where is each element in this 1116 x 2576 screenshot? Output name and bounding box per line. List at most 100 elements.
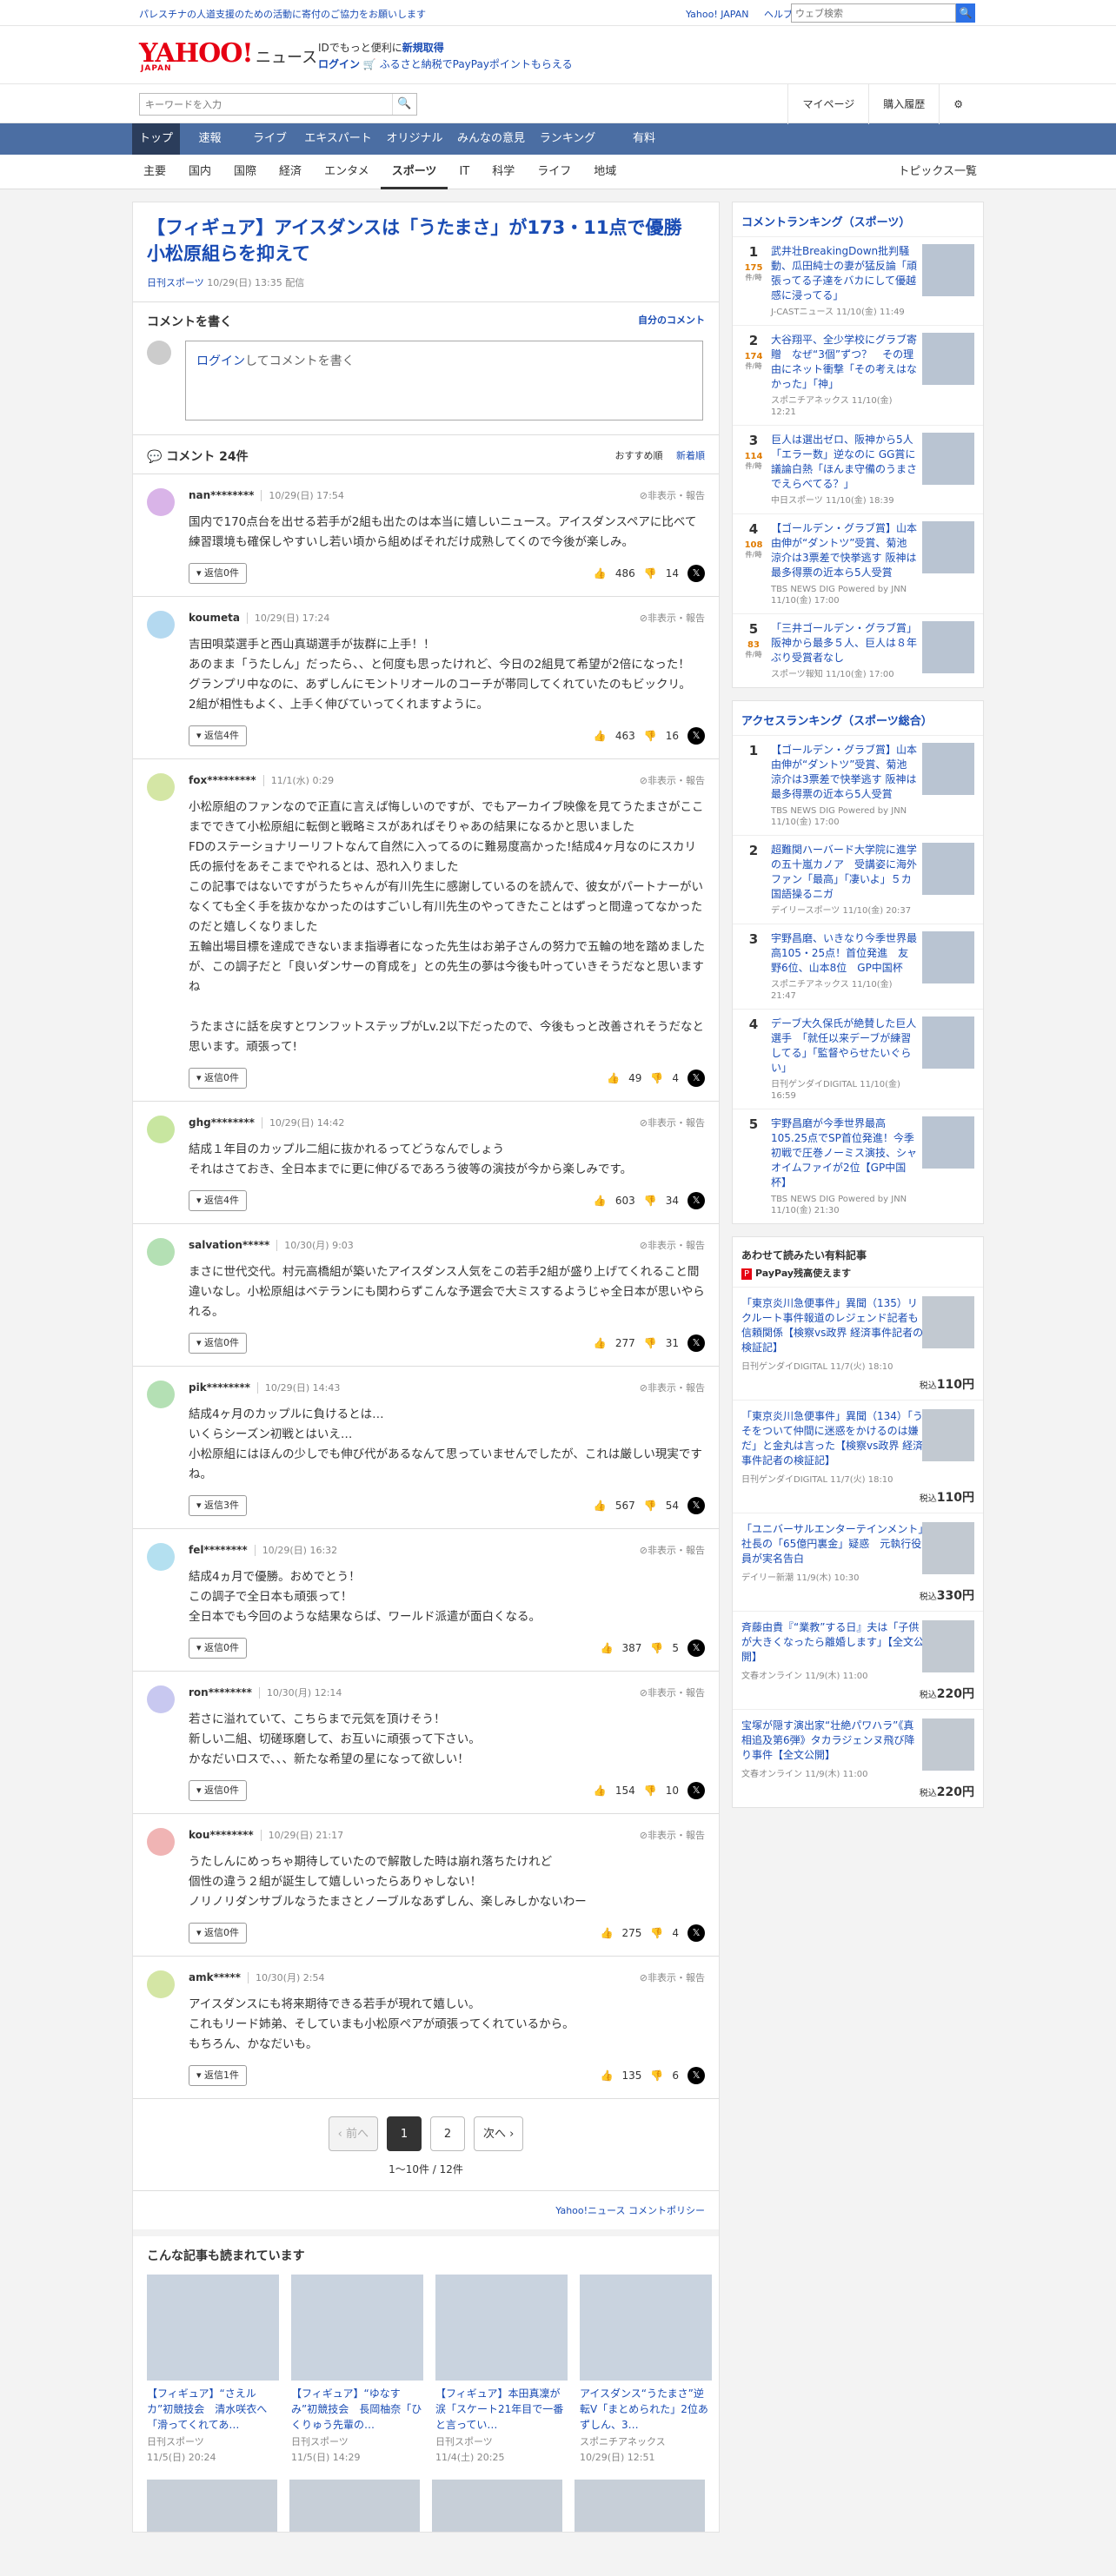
donation-notice-link[interactable]: パレスチナの人道支援のための活動に寄付のご協力をお願いします xyxy=(139,7,426,21)
x-share-icon[interactable]: 𝕏 xyxy=(688,1192,705,1209)
paid-title[interactable]: 「ユニバーサルエンターテインメント」社長の「65億円裏金」疑惑 元執行役員が実名… xyxy=(741,1522,924,1566)
replies-button[interactable]: ▾ 返信3件 xyxy=(189,1495,248,1516)
category-science[interactable]: 科学 xyxy=(481,155,526,189)
thumbs-up-icon[interactable]: 👍 xyxy=(607,1072,620,1084)
replies-button[interactable]: ▾ 返信0件 xyxy=(189,563,248,584)
paid-article[interactable]: 「東京炎川急便事件」異聞（134）「うそをついて仲間に迷惑をかけるのは嫌だ」と金… xyxy=(733,1400,983,1513)
report-link[interactable]: ⊘非表示・報告 xyxy=(640,488,705,502)
related-title[interactable]: 【フィギュア】本田真凜が涙「スケート21年目で一番と言ってい… xyxy=(435,2386,568,2433)
paid-article[interactable]: 「東京炎川急便事件」異聞（135）リクルート事件報道のレジェンド記者も信頼関係【… xyxy=(733,1287,983,1400)
thumbnail[interactable] xyxy=(922,1296,974,1348)
thumbnail[interactable] xyxy=(922,931,974,983)
login-link[interactable]: ログイン xyxy=(318,58,360,70)
related-card[interactable]: アイスダンス“うたまさ”逆転V「まとめられた」2位あずしん、3… スポニチアネック… xyxy=(580,2275,712,2464)
thumbs-up-icon[interactable]: 👍 xyxy=(594,1785,607,1797)
thumbnail[interactable] xyxy=(922,521,974,573)
thumbnail[interactable] xyxy=(575,2480,705,2532)
report-link[interactable]: ⊘非表示・報告 xyxy=(640,1381,705,1394)
comment-author[interactable]: fel******** xyxy=(189,1544,248,1556)
report-link[interactable]: ⊘非表示・報告 xyxy=(640,773,705,787)
sort-recommended[interactable]: おすすめ順 xyxy=(615,450,663,461)
x-share-icon[interactable]: 𝕏 xyxy=(688,727,705,745)
category-world[interactable]: 国際 xyxy=(223,155,268,189)
prev-page-button[interactable]: ‹ 前へ xyxy=(328,2116,378,2151)
ranking-title[interactable]: 宇野昌磨が今季世界最高105.25点でSP首位発進！今季初戦で圧巻ノーミス演技、… xyxy=(771,1116,917,1190)
thumbs-up-icon[interactable]: 👍 xyxy=(594,1337,607,1349)
category-it[interactable]: IT xyxy=(448,155,481,189)
thumbs-down-icon[interactable]: 👎 xyxy=(650,2069,663,2082)
replies-button[interactable]: ▾ 返信1件 xyxy=(189,2065,248,2086)
comment-author[interactable]: pik******** xyxy=(189,1381,250,1394)
replies-button[interactable]: ▾ 返信4件 xyxy=(189,725,248,746)
nav-paid[interactable]: 有料 xyxy=(606,123,682,155)
ranking-title[interactable]: 【ゴールデン・グラブ賞】山本由伸が“ダントツ”受賞、菊池涼介は3票差で快挙逃す … xyxy=(771,521,917,580)
login-link[interactable]: ログイン xyxy=(196,354,245,368)
paid-title[interactable]: 斉藤由貴『“業教”する日』夫は「子供が大きくなったら離婚します」【全文公開】 xyxy=(741,1620,924,1665)
keyword-search-input[interactable] xyxy=(140,94,392,115)
article-title[interactable]: 【フィギュア】アイスダンスは「うたまさ」が173・11点で優勝 小松原組らを抑え… xyxy=(147,215,705,267)
report-link[interactable]: ⊘非表示・報告 xyxy=(640,1238,705,1252)
thumbnail[interactable] xyxy=(922,1409,974,1461)
replies-button[interactable]: ▾ 返信0件 xyxy=(189,1068,248,1089)
thumbnail[interactable] xyxy=(432,2480,562,2532)
nav-opinion[interactable]: みんなの意見 xyxy=(453,123,529,155)
thumbnail[interactable] xyxy=(922,333,974,385)
ranking-title[interactable]: 超難関ハーバード大学院に進学の五十嵐カノア 受講姿に海外ファン「最高」「凄いよ」… xyxy=(771,843,917,902)
thumbs-up-icon[interactable]: 👍 xyxy=(601,1927,614,1939)
thumbs-down-icon[interactable]: 👎 xyxy=(650,1642,663,1654)
x-share-icon[interactable]: 𝕏 xyxy=(688,1334,705,1352)
thumbnail[interactable] xyxy=(922,1016,974,1069)
thumbs-up-icon[interactable]: 👍 xyxy=(594,730,607,742)
nav-ranking[interactable]: ランキング xyxy=(529,123,606,155)
paid-article[interactable]: 斉藤由貴『“業教”する日』夫は「子供が大きくなったら離婚します」【全文公開】 文春… xyxy=(733,1611,983,1709)
thumbs-down-icon[interactable]: 👎 xyxy=(644,1195,657,1207)
paid-title[interactable]: 「東京炎川急便事件」異聞（135）リクルート事件報道のレジェンド記者も信頼関係【… xyxy=(741,1296,924,1355)
thumbnail[interactable] xyxy=(580,2275,712,2381)
nav-flash[interactable]: 速報 xyxy=(180,123,240,155)
related-card[interactable]: 【フィギュア】“さえルカ”初競技会 清水咲衣へ「滑ってくれてあ… 日刊スポーツ 11… xyxy=(147,2275,279,2464)
comment-author[interactable]: nan******** xyxy=(189,489,254,501)
replies-button[interactable]: ▾ 返信0件 xyxy=(189,1923,248,1944)
report-link[interactable]: ⊘非表示・報告 xyxy=(640,611,705,625)
thumbs-up-icon[interactable]: 👍 xyxy=(594,1195,607,1207)
yahoo-logo[interactable]: YAHOO! JAPAN xyxy=(139,38,254,73)
thumbnail[interactable] xyxy=(289,2480,420,2532)
thumbnail[interactable] xyxy=(922,843,974,895)
thumbs-up-icon[interactable]: 👍 xyxy=(601,2069,614,2082)
my-comments-link[interactable]: 自分のコメント xyxy=(638,313,705,327)
comment-author[interactable]: koumeta xyxy=(189,612,240,624)
related-title[interactable]: 【フィギュア】“さえルカ”初競技会 清水咲衣へ「滑ってくれてあ… xyxy=(147,2386,279,2433)
service-name[interactable]: ニュース xyxy=(256,45,317,68)
ranking-title[interactable]: 宇野昌磨、いきなり今季世界最高105・25点！首位発進 友野6位、山本8位 GP… xyxy=(771,931,917,976)
thumbnail[interactable] xyxy=(147,2480,277,2532)
category-domestic[interactable]: 国内 xyxy=(177,155,223,189)
x-share-icon[interactable]: 𝕏 xyxy=(688,2067,705,2084)
nav-live[interactable]: ライブ xyxy=(240,123,300,155)
replies-button[interactable]: ▾ 返信0件 xyxy=(189,1333,248,1354)
ranking-title[interactable]: 「三井ゴールデン・グラブ賞」阪神から最多５人、巨人は８年ぶり受賞者なし xyxy=(771,621,917,666)
ranking-title[interactable]: デーブ大久保氏が絶賛した巨人選手 「就任以来デーブが練習してる」「監督やらせたい… xyxy=(771,1016,917,1076)
category-entertainment[interactable]: エンタメ xyxy=(313,155,381,189)
yahoo-japan-link[interactable]: Yahoo! JAPAN xyxy=(686,9,749,20)
thumbnail[interactable] xyxy=(922,1116,974,1169)
web-search-input[interactable] xyxy=(791,3,956,23)
ranking-title[interactable]: 大谷翔平、全少学校にグラブ寄贈 なぜ“3個”ずつ？ その理由にネット衝撃「その考… xyxy=(771,333,917,392)
related-card[interactable]: 【フィギュア】“ゆなすみ”初競技会 長岡柚奈「ひくりゅう先輩の… 日刊スポーツ 11… xyxy=(291,2275,423,2464)
article-source[interactable]: 日刊スポーツ xyxy=(147,277,204,288)
ranking-item[interactable]: 5 宇野昌磨が今季世界最高105.25点でSP首位発進！今季初戦で圧巻ノーミス演技… xyxy=(733,1109,983,1223)
nav-expert[interactable]: エキスパート xyxy=(300,123,376,155)
report-link[interactable]: ⊘非表示・報告 xyxy=(640,1970,705,1984)
report-link[interactable]: ⊘非表示・報告 xyxy=(640,1543,705,1557)
paid-article[interactable]: 宝塚が隠す演出家“壮絶パワハラ”《真相追及第6弾》タカラジェンヌ飛び降り事件【全… xyxy=(733,1709,983,1807)
replies-button[interactable]: ▾ 返信0件 xyxy=(189,1638,248,1659)
thumbnail[interactable] xyxy=(147,2275,279,2381)
ranking-title[interactable]: 巨人は選出ゼロ、阪神から5人「エラー数」逆なのに GG賞に議論白熱「ほんま守備の… xyxy=(771,433,917,492)
page-2-button[interactable]: 2 xyxy=(430,2116,465,2151)
nav-original[interactable]: オリジナル xyxy=(376,123,453,155)
category-life[interactable]: ライフ xyxy=(526,155,582,189)
x-share-icon[interactable]: 𝕏 xyxy=(688,1639,705,1657)
nav-top[interactable]: トップ xyxy=(132,123,180,155)
search-icon[interactable]: 🔍 xyxy=(392,94,416,115)
category-sports[interactable]: スポーツ xyxy=(380,155,448,189)
replies-button[interactable]: ▾ 返信0件 xyxy=(189,1780,248,1801)
